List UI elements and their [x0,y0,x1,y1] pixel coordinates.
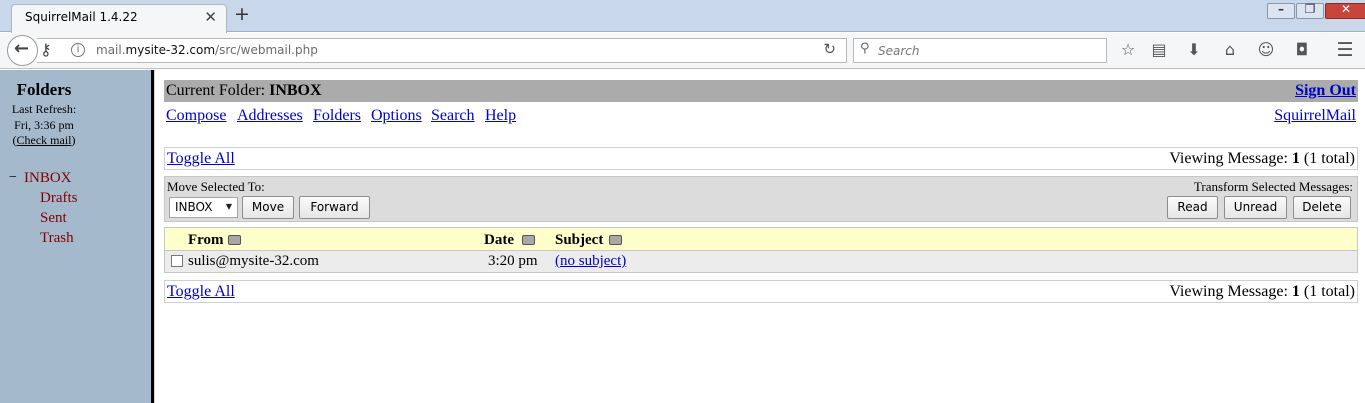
restore-button[interactable]: ❐ [1296,2,1324,19]
check-mail-link[interactable]: Check mail [17,133,72,147]
reload-icon[interactable]: ↻ [823,40,836,58]
action-bar: Move Selected To: INBOX ▼ Move Forward Tr… [164,176,1358,222]
browser-tab[interactable]: SquirrelMail 1.4.22 ✕ [11,4,227,33]
folder-sent[interactable]: Sent [40,210,67,227]
folders-title: Folders [16,80,72,99]
current-folder: Current Folder: INBOX [166,82,322,99]
restore-icon: ❐ [1304,2,1316,16]
unread-button[interactable]: Unread [1224,196,1287,219]
search-icon: ⚲ [860,41,870,56]
pane-divider-edge [154,70,155,403]
new-tab-icon[interactable]: + [234,3,250,25]
column-date[interactable]: Date [484,232,514,249]
last-refresh: Last Refresh: Fri, 3:36 pm [0,101,88,133]
pocket-icon[interactable]: ◘ [1290,39,1314,61]
column-subject[interactable]: Subject [555,232,603,249]
folder-inbox[interactable]: INBOX [24,170,72,187]
toggle-all-link-bottom[interactable]: Toggle All [167,283,235,301]
folder-trash[interactable]: Trash [40,230,74,247]
sort-date-icon[interactable] [522,235,535,245]
move-button[interactable]: Move [242,196,294,219]
download-icon[interactable]: ⬇ [1182,39,1206,61]
last-refresh-time: Fri, 3:36 pm [14,118,74,132]
minimize-icon: – [1278,2,1284,16]
star-icon[interactable]: ☆ [1116,39,1140,61]
help-link[interactable]: Help [485,107,516,125]
message-list-header: From Date Subject [164,227,1358,251]
last-refresh-label: Last Refresh: [11,102,77,116]
tab-title: SquirrelMail 1.4.22 [25,10,138,24]
sign-out-link[interactable]: Sign Out [1295,82,1356,100]
addresses-link[interactable]: Addresses [237,107,303,125]
current-folder-bar: Current Folder: INBOX Sign Out [164,80,1358,102]
move-selected-label: Move Selected To: [167,179,265,194]
sort-from-icon[interactable] [228,235,241,245]
url-bar[interactable]: ⚷ i mail.mysite-32.com/src/webmail.php ↻ [37,38,847,63]
options-link[interactable]: Options [371,107,422,125]
folder-collapse-toggle[interactable]: − [9,170,17,186]
back-arrow-icon: ← [14,38,30,59]
message-select-checkbox[interactable] [171,255,183,267]
search-box[interactable]: ⚲ [853,38,1107,63]
move-folder-select[interactable]: INBOX ▼ [169,197,238,218]
back-button[interactable]: ← [7,35,38,66]
key-icon[interactable]: ⚷ [40,40,52,59]
chevron-down-icon: ▼ [225,202,232,211]
url-text[interactable]: mail.mysite-32.com/src/webmail.php [96,43,318,57]
reading-list-icon[interactable]: ▤ [1147,39,1171,61]
tab-close-icon[interactable]: ✕ [204,8,217,26]
delete-button[interactable]: Delete [1293,196,1351,219]
message-date: 3:20 pm [488,253,538,269]
folders-link[interactable]: Folders [313,107,361,125]
message-subject-link[interactable]: (no subject) [555,253,626,270]
search-input[interactable] [878,41,1098,60]
table-row[interactable]: sulis@mysite-32.com 3:20 pm (no subject) [164,251,1358,273]
toggle-all-link[interactable]: Toggle All [167,150,235,168]
compose-link[interactable]: Compose [166,107,226,125]
minimize-button[interactable]: – [1267,2,1295,19]
folder-drafts[interactable]: Drafts [40,190,78,207]
message-nav-top: Toggle All Viewing Message: 1 (1 total) [164,147,1358,170]
home-icon[interactable]: ⌂ [1218,39,1242,61]
viewing-message-bottom: Viewing Message: 1 (1 total) [1169,283,1355,300]
browser-tab-bar: SquirrelMail 1.4.22 ✕ + – ❐ ✕ [0,0,1365,33]
info-icon[interactable]: i [71,43,85,57]
search-link[interactable]: Search [431,107,475,125]
viewing-message: Viewing Message: 1 (1 total) [1169,150,1355,167]
hello-icon[interactable]: ☺ [1254,39,1278,61]
current-folder-name: INBOX [269,82,322,99]
browser-nav-bar: ⚷ i mail.mysite-32.com/src/webmail.php ↻… [0,33,1365,69]
window-close-button[interactable]: ✕ [1325,2,1365,19]
window-close-icon: ✕ [1340,2,1352,16]
message-from: sulis@mysite-32.com [188,253,319,269]
sort-subject-icon[interactable] [609,235,622,245]
message-nav-bottom: Toggle All Viewing Message: 1 (1 total) [164,280,1358,303]
transform-label: Transform Selected Messages: [1193,179,1353,194]
read-button[interactable]: Read [1167,196,1218,219]
menu-icon[interactable]: ☰ [1333,39,1357,61]
squirrelmail-link[interactable]: SquirrelMail [1274,107,1356,125]
column-from[interactable]: From [188,232,224,249]
forward-button[interactable]: Forward [299,196,370,219]
check-mail: (Check mail) [12,133,76,147]
